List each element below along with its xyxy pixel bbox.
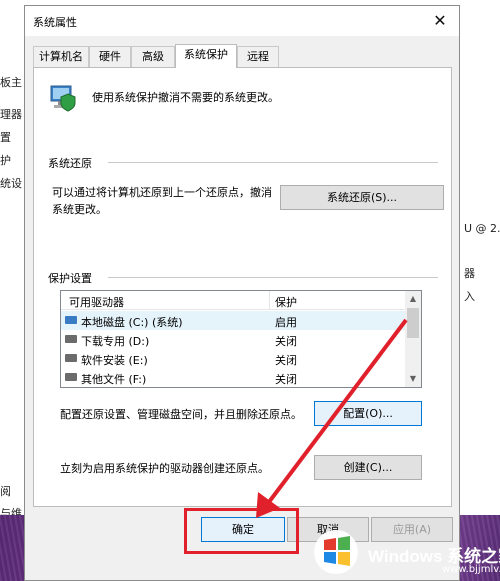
tab-computer-name[interactable]: 计算机名: [33, 46, 89, 67]
background-window-right: U @ 2.6 器 入: [460, 0, 500, 581]
drive-name: 其他文件 (F:): [81, 373, 147, 386]
drive-protection-status: 启用: [275, 316, 297, 329]
tab-remote[interactable]: 远程: [237, 46, 279, 67]
system-properties-dialog: 系统属性 ✕ 计算机名 硬件 高级 系统保护 远程 使用系统保护撤消不需要的系统…: [24, 5, 460, 581]
drive-icon: [65, 373, 77, 381]
drive-name: 软件安装 (E:): [81, 354, 148, 367]
system-drive-icon: [65, 316, 77, 324]
intro-text: 使用系统保护撤消不需要的系统更改。: [92, 91, 279, 104]
bg-text: 护: [0, 154, 11, 167]
drive-list-scrollbar[interactable]: ▲ ▼: [405, 291, 421, 387]
system-protection-icon: [50, 85, 76, 112]
create-button[interactable]: 创建(C)...: [314, 455, 422, 480]
create-description: 立刻为启用系统保护的驱动器创建还原点。: [60, 462, 269, 475]
title-bar[interactable]: 系统属性 ✕: [25, 6, 459, 36]
tab-hardware[interactable]: 硬件: [89, 46, 131, 67]
column-header-drive[interactable]: 可用驱动器: [69, 294, 124, 310]
watermark: Windows 系统之家 www.bjjmlv.com: [300, 518, 500, 581]
dialog-title: 系统属性: [33, 16, 77, 29]
bg-text: 入: [464, 290, 475, 303]
drive-name: 本地磁盘 (C:) (系统): [81, 316, 183, 329]
bg-text: 器: [464, 267, 475, 280]
system-protection-panel: 使用系统保护撤消不需要的系统更改。 系统还原 可以通过将计算机还原到上一个还原点…: [33, 67, 452, 507]
drive-icon: [65, 354, 77, 362]
scroll-down-icon[interactable]: ▼: [405, 371, 421, 387]
close-icon[interactable]: ✕: [429, 10, 451, 32]
drive-protection-status: 关闭: [275, 354, 297, 367]
scroll-up-icon[interactable]: ▲: [405, 291, 421, 307]
drive-row[interactable]: 下载专用 (D:) 关闭: [61, 330, 407, 349]
bg-text: U @ 2.6: [464, 222, 500, 235]
background-window-left: 板主 理器 置 护 统设 阅 与维: [0, 0, 24, 581]
drive-list-header: 可用驱动器 保护: [61, 291, 407, 310]
drive-protection-status: 关闭: [275, 373, 297, 386]
windows-logo-icon: [314, 530, 358, 574]
bg-text: 理器: [0, 108, 22, 121]
tab-advanced[interactable]: 高级: [131, 46, 175, 67]
configure-description: 配置还原设置、管理磁盘空间，并且删除还原点。: [60, 408, 302, 421]
bg-text: 板主: [0, 76, 22, 89]
protection-section-title: 保护设置: [48, 272, 92, 285]
watermark-site: www.bjjmlv.com: [442, 564, 500, 575]
divider: [108, 277, 438, 278]
configure-button[interactable]: 配置(O)...: [314, 401, 422, 426]
drive-row[interactable]: 软件安装 (E:) 关闭: [61, 349, 407, 368]
bg-text: 置: [0, 131, 11, 144]
divider: [108, 162, 438, 163]
drive-name: 下载专用 (D:): [81, 335, 150, 348]
restore-description: 可以通过将计算机还原到上一个还原点，撤消系统更改。: [52, 186, 272, 216]
bg-text: 统设: [0, 177, 22, 190]
drive-row[interactable]: 本地磁盘 (C:) (系统) 启用: [61, 311, 407, 330]
tab-system-protection[interactable]: 系统保护: [175, 44, 237, 68]
drive-list[interactable]: 可用驱动器 保护 本地磁盘 (C:) (系统) 启用 下载专用 (D:) 关闭 …: [60, 290, 422, 388]
drive-icon: [65, 335, 77, 343]
highlight-box: [184, 508, 299, 554]
drive-row[interactable]: 其他文件 (F:) 关闭: [61, 368, 407, 387]
column-header-protection[interactable]: 保护: [275, 294, 297, 310]
scroll-thumb[interactable]: [407, 308, 419, 338]
restore-section-title: 系统还原: [48, 157, 92, 170]
bg-text: 阅: [0, 485, 11, 498]
drive-protection-status: 关闭: [275, 335, 297, 348]
system-restore-button[interactable]: 系统还原(S)...: [280, 185, 444, 210]
